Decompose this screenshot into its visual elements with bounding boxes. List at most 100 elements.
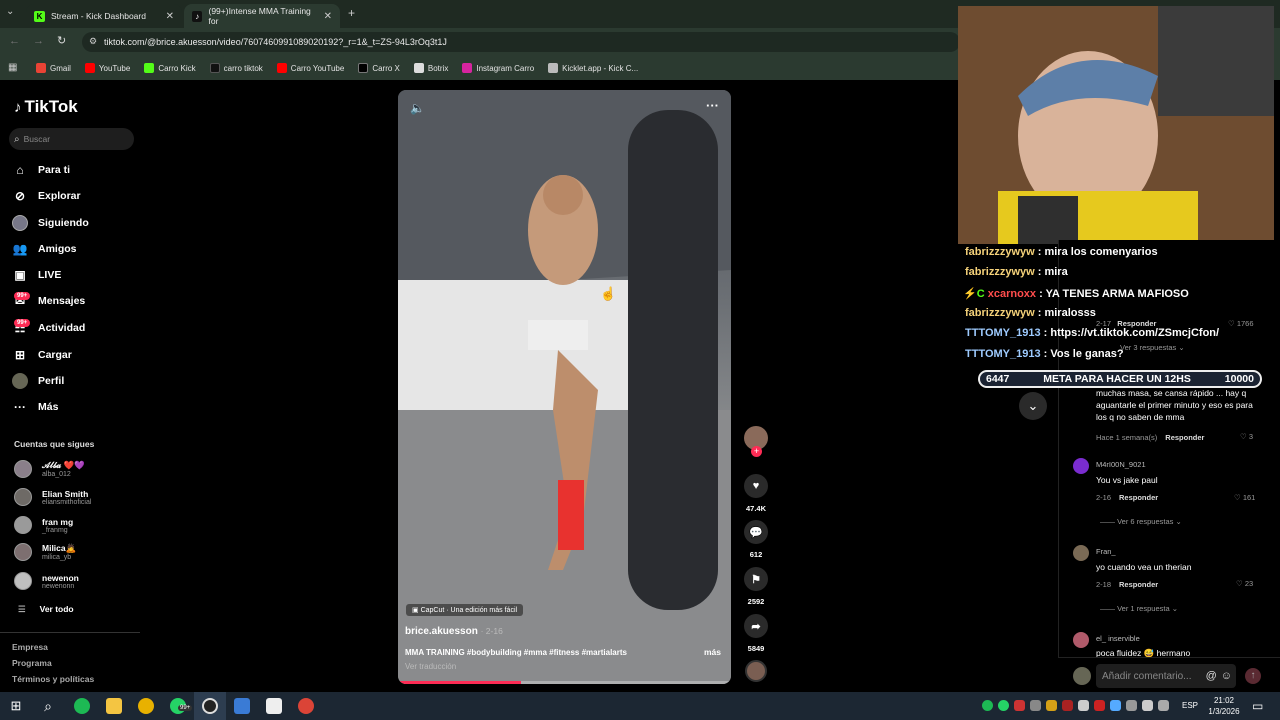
tiktok-icon — [209, 63, 220, 73]
search-input[interactable]: ⌕ Buscar — [9, 128, 134, 150]
taskbar-store[interactable] — [226, 692, 258, 720]
more-options-icon[interactable]: ··· — [706, 98, 719, 113]
bookmark-instagram[interactable]: Instagram Carro — [462, 63, 534, 73]
apps-grid-icon[interactable]: ▦ — [8, 62, 17, 73]
avatar[interactable] — [1073, 458, 1089, 474]
send-arrow-icon[interactable]: ↑ — [1245, 668, 1261, 684]
comment-user[interactable]: el_ inservible — [1096, 634, 1140, 643]
following-account[interactable]: Milica🙇 milica_yb — [14, 543, 76, 561]
taskbar-spotify[interactable] — [66, 692, 98, 720]
mention-icon[interactable]: @ — [1206, 670, 1217, 682]
avatar[interactable] — [1073, 545, 1089, 561]
nav-mas[interactable]: ··· Más — [12, 399, 58, 415]
view-replies-button[interactable]: Ver 3 respuestas ⌄ — [1120, 343, 1185, 352]
bookmark-youtube[interactable]: YouTube — [84, 63, 130, 73]
nav-label: Perfil — [38, 375, 65, 387]
view-replies-button[interactable]: —— Ver 6 respuestas ⌄ — [1100, 517, 1182, 526]
nav-siguiendo[interactable]: Siguiendo — [12, 215, 89, 231]
bluetooth-icon — [1110, 700, 1121, 711]
following-account[interactable]: 𝒜𝓁𝒷𝒶 ❤️💜 alba_012 — [14, 460, 85, 478]
volume-icon[interactable]: 🔈 — [410, 101, 425, 115]
start-button[interactable]: ⊞ — [0, 692, 32, 720]
progress-track[interactable] — [398, 681, 731, 684]
volume-icon — [1142, 700, 1153, 711]
tab-list-chevron-icon[interactable]: ⌄ — [6, 6, 14, 17]
nav-para-ti[interactable]: ⌂ Para ti — [12, 162, 70, 178]
reply-button[interactable]: Responder — [1165, 433, 1204, 442]
back-arrow-icon[interactable]: ← — [9, 35, 20, 47]
taskbar-obs[interactable] — [194, 692, 226, 720]
taskbar-explorer[interactable] — [98, 692, 130, 720]
footer-programa[interactable]: Programa — [12, 658, 52, 668]
capcut-tag[interactable]: ▣ CapCut · Una edición más fácil — [406, 604, 524, 616]
nav-cargar[interactable]: ⊞ Cargar — [12, 347, 72, 363]
comment-likes[interactable]: ♡ 3 — [1240, 432, 1253, 441]
reply-button[interactable]: Responder — [1119, 493, 1158, 502]
avatar[interactable] — [1073, 632, 1089, 648]
site-info-icon[interactable]: ⚙ — [89, 36, 97, 47]
nav-explorar[interactable]: ⊘ Explorar — [12, 188, 81, 204]
bookmark-carro-tiktok[interactable]: carro tiktok — [209, 63, 263, 73]
nav-label: Actividad — [38, 322, 86, 334]
bookmark-botrix[interactable]: Botrix — [413, 63, 448, 73]
comment-likes[interactable]: ♡ 1766 — [1228, 319, 1254, 328]
nav-amigos[interactable]: 👥 Amigos — [12, 241, 77, 257]
bookmark-carro-youtube[interactable]: Carro YouTube — [276, 63, 344, 73]
taskbar-capcut[interactable] — [258, 692, 290, 720]
search-button[interactable]: ⌕ — [32, 692, 64, 720]
follow-plus-icon[interactable]: + — [751, 446, 762, 457]
notifications-icon[interactable]: ▭ — [1252, 699, 1263, 713]
comment-likes[interactable]: ♡ 161 — [1234, 493, 1255, 502]
tab-kick-dashboard[interactable]: K Stream - Kick Dashboard ✕ — [26, 4, 182, 28]
chat-user: TTTOMY_1913 — [965, 327, 1041, 339]
comment-user[interactable]: Fran_ — [1096, 547, 1116, 556]
video-player[interactable]: 🔈 ··· ▣ CapCut · Una edición más fácil b… — [398, 90, 731, 684]
bookmark-carro-x[interactable]: Carro X — [358, 63, 400, 73]
reload-icon[interactable]: ↻ — [57, 34, 66, 47]
comment-likes[interactable]: ♡ 23 — [1236, 579, 1253, 588]
save-action[interactable]: ⚑ 2592 — [744, 567, 768, 606]
comment-user[interactable]: M4rI00N_9021 — [1096, 460, 1146, 469]
bookmark-gmail[interactable]: Gmail — [36, 63, 71, 73]
tab-tiktok-video[interactable]: ♪ (99+)Intense MMA Training for ✕ — [184, 4, 340, 28]
music-disc-icon[interactable] — [745, 660, 767, 682]
emoji-icon[interactable]: ☺ — [1221, 670, 1232, 682]
windows-logo-icon: ⊞ — [10, 698, 22, 713]
bookmark-kicklet[interactable]: Kicklet.app - Kick C... — [548, 63, 638, 73]
taskbar-chrome[interactable] — [130, 692, 162, 720]
close-tab-icon[interactable]: ✕ — [166, 11, 174, 22]
view-replies-button[interactable]: —— Ver 1 respuesta ⌄ — [1100, 604, 1178, 613]
bookmark-carro-kick[interactable]: Carro Kick — [144, 63, 196, 73]
notification-badge: 99+ — [178, 705, 193, 711]
new-tab-plus-icon[interactable]: + — [348, 6, 355, 20]
close-tab-icon[interactable]: ✕ — [324, 11, 332, 22]
reply-button[interactable]: Responder — [1119, 580, 1158, 589]
forward-arrow-icon[interactable]: → — [33, 35, 44, 47]
following-account[interactable]: fran mg _franmg — [14, 516, 73, 534]
scroll-down-chevron-icon[interactable]: ⌄ — [1019, 392, 1047, 420]
tiktok-logo[interactable]: ♪ TikTok — [14, 97, 78, 117]
footer-empresa[interactable]: Empresa — [12, 642, 48, 652]
like-action[interactable]: ♥ 47.4K — [744, 474, 768, 513]
language-indicator[interactable]: ESP — [1182, 701, 1198, 710]
account-name: Milica🙇 — [42, 543, 77, 553]
share-action[interactable]: ➦ 5849 — [744, 614, 768, 653]
taskbar-chrome-2[interactable] — [290, 692, 322, 720]
comment-action[interactable]: 💬 612 — [744, 520, 768, 559]
nav-live[interactable]: ▣ LIVE — [12, 267, 61, 283]
comment-input[interactable]: Añadir comentario... @ ☺ — [1096, 664, 1236, 688]
url-field[interactable]: ⚙ tiktok.com/@brice.akuesson/video/76074… — [82, 32, 960, 52]
clock[interactable]: 21:02 1/3/2026 — [1206, 695, 1242, 717]
system-tray[interactable] — [982, 700, 1169, 711]
comment-placeholder: Añadir comentario... — [1102, 670, 1192, 682]
video-author[interactable]: brice.akuesson · 2-16 — [405, 626, 503, 637]
caption-more-button[interactable]: más — [704, 647, 721, 657]
see-all-link[interactable]: ☰ Ver todo — [18, 604, 74, 615]
nav-perfil[interactable]: Perfil — [12, 373, 64, 389]
taskbar-whatsapp[interactable]: 99+ — [162, 692, 194, 720]
translate-link[interactable]: Ver traducción — [405, 662, 456, 671]
following-account[interactable]: newenon newenonn — [14, 572, 79, 590]
chat-text: Vos le ganas? — [1050, 348, 1124, 360]
following-account[interactable]: Elian Smith eliansmithoficial — [14, 488, 91, 506]
footer-terminos[interactable]: Términos y políticas — [12, 674, 94, 684]
